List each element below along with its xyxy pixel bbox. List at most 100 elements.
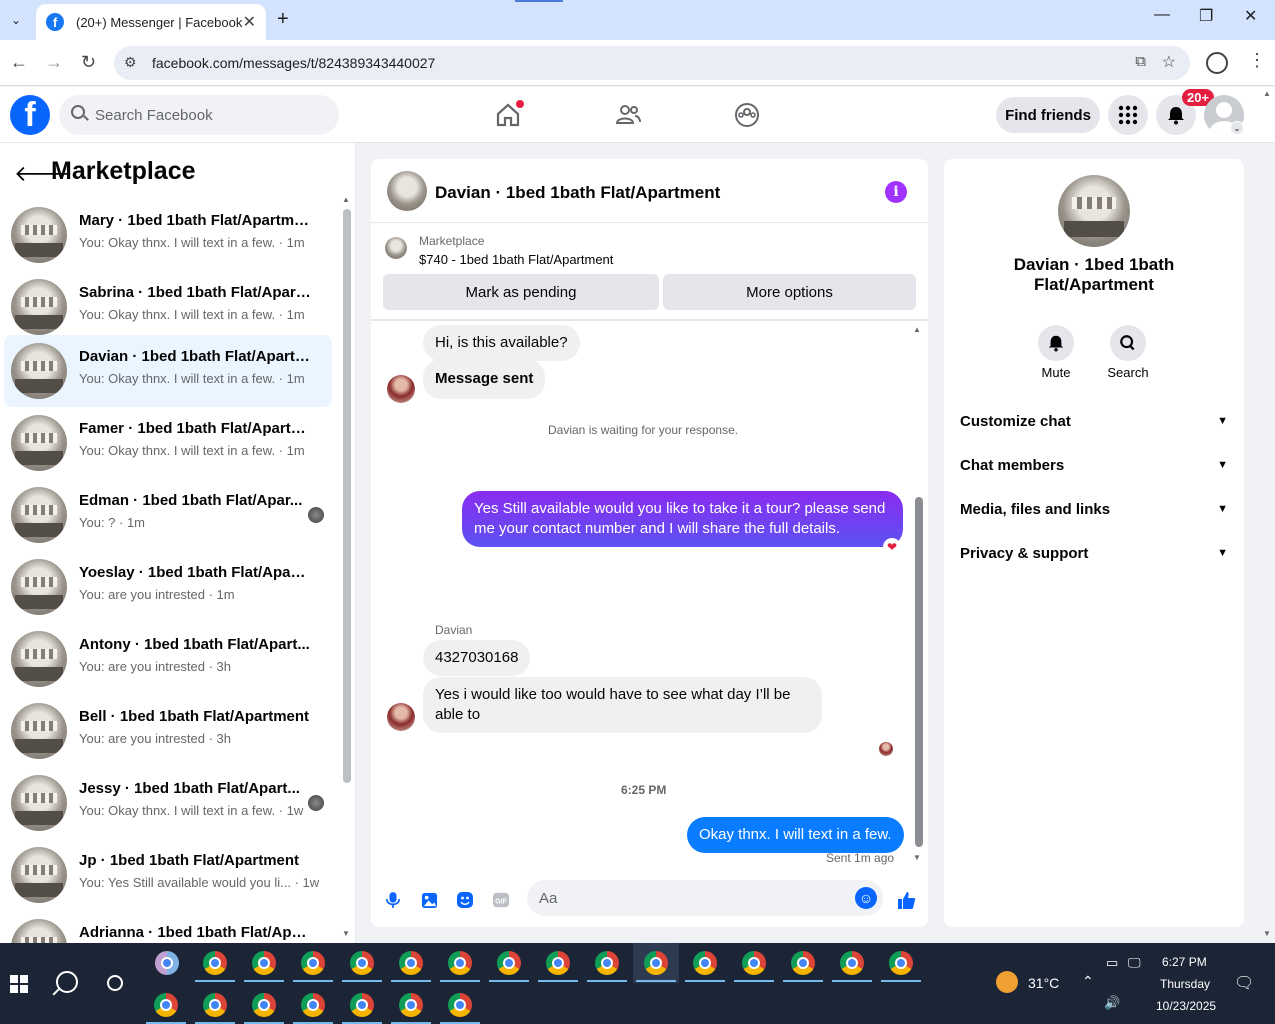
privacy-support-row[interactable]: Privacy & support ▼ xyxy=(960,538,1228,568)
scroll-up-icon[interactable]: ▲ xyxy=(913,325,921,334)
chrome-profile-icon[interactable] xyxy=(448,993,472,1017)
chrome-profile-icon[interactable] xyxy=(154,993,178,1017)
temperature[interactable]: 31°C xyxy=(1028,975,1059,991)
chrome-profile-icon[interactable] xyxy=(497,951,521,975)
menu-grid-icon[interactable] xyxy=(1108,95,1148,135)
thumbs-up-icon[interactable] xyxy=(895,889,917,911)
mute-bell-icon[interactable] xyxy=(1038,325,1074,361)
conversation-item-active[interactable]: Davian · 1bed 1bath Flat/Apartm... You: … xyxy=(4,335,332,407)
conversation-item[interactable]: Edman · 1bed 1bath Flat/Apar... You: ? ·… xyxy=(4,479,332,551)
chrome-profile-icon[interactable] xyxy=(595,951,619,975)
account-chevron-down-icon[interactable]: ⌄ xyxy=(1230,121,1244,135)
emoji-icon[interactable]: ☺ xyxy=(855,887,877,909)
install-app-icon[interactable]: ⧉ xyxy=(1135,53,1146,70)
more-options-button[interactable]: More options xyxy=(663,274,916,310)
sticker-icon[interactable] xyxy=(454,889,476,911)
conversation-item[interactable]: Sabrina · 1bed 1bath Flat/Apart... You: … xyxy=(4,271,332,343)
sidebar-scrollbar[interactable] xyxy=(343,209,351,783)
page-scroll-up-icon[interactable]: ▲ xyxy=(1263,89,1271,98)
chrome-profile-icon[interactable] xyxy=(203,993,227,1017)
forward-icon[interactable]: → xyxy=(45,52,63,73)
menu-kebab-icon[interactable]: ⋮ xyxy=(1248,50,1266,71)
close-window-icon[interactable]: ✕ xyxy=(1244,6,1257,26)
scroll-down-icon[interactable]: ▼ xyxy=(342,929,350,938)
gif-icon[interactable]: GIF xyxy=(490,889,512,911)
maximize-icon[interactable]: ❐ xyxy=(1199,6,1213,26)
windows-start-icon[interactable] xyxy=(10,975,28,993)
profile-icon[interactable] xyxy=(1206,52,1228,74)
paint-app-icon[interactable] xyxy=(155,951,179,975)
scroll-up-icon[interactable]: ▲ xyxy=(342,195,350,204)
weather-icon[interactable] xyxy=(996,971,1018,993)
message-input[interactable]: Aa xyxy=(527,880,883,916)
url-field[interactable]: ⚙ facebook.com/messages/t/82438934344002… xyxy=(114,46,1190,80)
back-icon[interactable]: ← xyxy=(10,52,28,73)
conversation-item[interactable]: Antony · 1bed 1bath Flat/Apart... You: a… xyxy=(4,623,332,695)
chrome-profile-icon[interactable] xyxy=(644,951,668,975)
listing-thumbnail xyxy=(11,487,67,543)
groups-icon[interactable] xyxy=(733,101,761,129)
friends-icon[interactable] xyxy=(614,101,642,129)
conversation-item[interactable]: Jessy · 1bed 1bath Flat/Apart... You: Ok… xyxy=(4,767,332,839)
new-tab-icon[interactable]: + xyxy=(277,8,289,31)
chrome-icon[interactable] xyxy=(203,951,227,975)
conversation-item[interactable]: Yoeslay · 1bed 1bath Flat/Apart... You: … xyxy=(4,551,332,623)
chat-title[interactable]: Davian · 1bed 1bath Flat/Apartment xyxy=(435,183,720,203)
scroll-down-icon[interactable]: ▼ xyxy=(913,853,921,862)
chrome-profile-icon[interactable] xyxy=(252,951,276,975)
listing-avatar xyxy=(385,237,407,259)
tab-search-chevron-icon[interactable]: ⌄ xyxy=(4,8,28,32)
minimize-icon[interactable]: — xyxy=(1154,6,1170,24)
facebook-logo-icon[interactable]: f xyxy=(10,95,50,135)
chrome-profile-icon[interactable] xyxy=(301,951,325,975)
chrome-profile-icon[interactable] xyxy=(791,951,815,975)
customize-chat-row[interactable]: Customize chat ▼ xyxy=(960,406,1228,436)
show-hidden-icons-icon[interactable]: ⌃ xyxy=(1082,973,1094,990)
search-facebook-input[interactable]: Search Facebook xyxy=(59,95,339,135)
chrome-profile-icon[interactable] xyxy=(889,951,913,975)
media-files-links-row[interactable]: Media, files and links ▼ xyxy=(960,494,1228,524)
meet-now-icon[interactable]: ▭ xyxy=(1106,955,1118,971)
chrome-profile-icon[interactable] xyxy=(448,951,472,975)
clock-time[interactable]: 6:27 PM xyxy=(1162,955,1207,969)
chrome-profile-icon[interactable] xyxy=(742,951,766,975)
site-info-icon[interactable]: ⚙ xyxy=(124,54,137,71)
chrome-profile-icon[interactable] xyxy=(399,993,423,1017)
photo-icon[interactable] xyxy=(418,889,440,911)
bookmark-star-icon[interactable]: ☆ xyxy=(1162,52,1176,72)
find-friends-button[interactable]: Find friends xyxy=(996,97,1100,133)
chat-members-row[interactable]: Chat members ▼ xyxy=(960,450,1228,480)
chevron-down-icon: ▼ xyxy=(1217,459,1228,471)
reload-icon[interactable]: ↻ xyxy=(81,52,96,73)
listing-thumbnail xyxy=(11,919,67,943)
conversation-item[interactable]: Jp · 1bed 1bath Flat/Apartment You: Yes … xyxy=(4,839,332,911)
chrome-profile-icon[interactable] xyxy=(350,993,374,1017)
chrome-profile-icon[interactable] xyxy=(546,951,570,975)
chrome-profile-icon[interactable] xyxy=(301,993,325,1017)
conversation-item[interactable]: Mary · 1bed 1bath Flat/Apartment You: Ok… xyxy=(4,199,332,271)
conversation-item[interactable]: Bell · 1bed 1bath Flat/Apartment You: ar… xyxy=(4,695,332,767)
chrome-profile-icon[interactable] xyxy=(252,993,276,1017)
conversation-item[interactable]: Famer · 1bed 1bath Flat/Apartm... You: O… xyxy=(4,407,332,479)
mark-as-pending-button[interactable]: Mark as pending xyxy=(383,274,659,310)
conversation-item[interactable]: Adrianna · 1bed 1bath Flat/Apart... xyxy=(4,911,332,943)
microphone-icon[interactable] xyxy=(382,889,404,911)
task-view-icon[interactable] xyxy=(107,975,123,991)
page-scroll-down-icon[interactable]: ▼ xyxy=(1263,929,1271,938)
chat-avatar[interactable] xyxy=(387,171,427,211)
chrome-profile-icon[interactable] xyxy=(350,951,374,975)
chrome-profile-icon[interactable] xyxy=(693,951,717,975)
close-tab-icon[interactable]: ✕ xyxy=(243,12,256,32)
taskbar-search-icon[interactable] xyxy=(56,971,78,993)
browser-tab[interactable]: f (20+) Messenger | Facebook ✕ xyxy=(36,4,266,40)
volume-icon[interactable]: 🔊 xyxy=(1104,995,1120,1011)
info-icon[interactable]: i xyxy=(885,181,907,203)
chrome-profile-icon[interactable] xyxy=(399,951,423,975)
listing-title[interactable]: $740 - 1bed 1bath Flat/Apartment xyxy=(419,252,613,267)
network-icon[interactable]: 🖵 xyxy=(1128,955,1141,971)
search-conversation-icon[interactable] xyxy=(1110,325,1146,361)
chat-profile-avatar[interactable] xyxy=(1058,175,1130,247)
chrome-profile-icon[interactable] xyxy=(840,951,864,975)
notification-center-icon[interactable]: 🗨 xyxy=(1234,973,1254,993)
chat-scrollbar[interactable] xyxy=(915,497,923,847)
